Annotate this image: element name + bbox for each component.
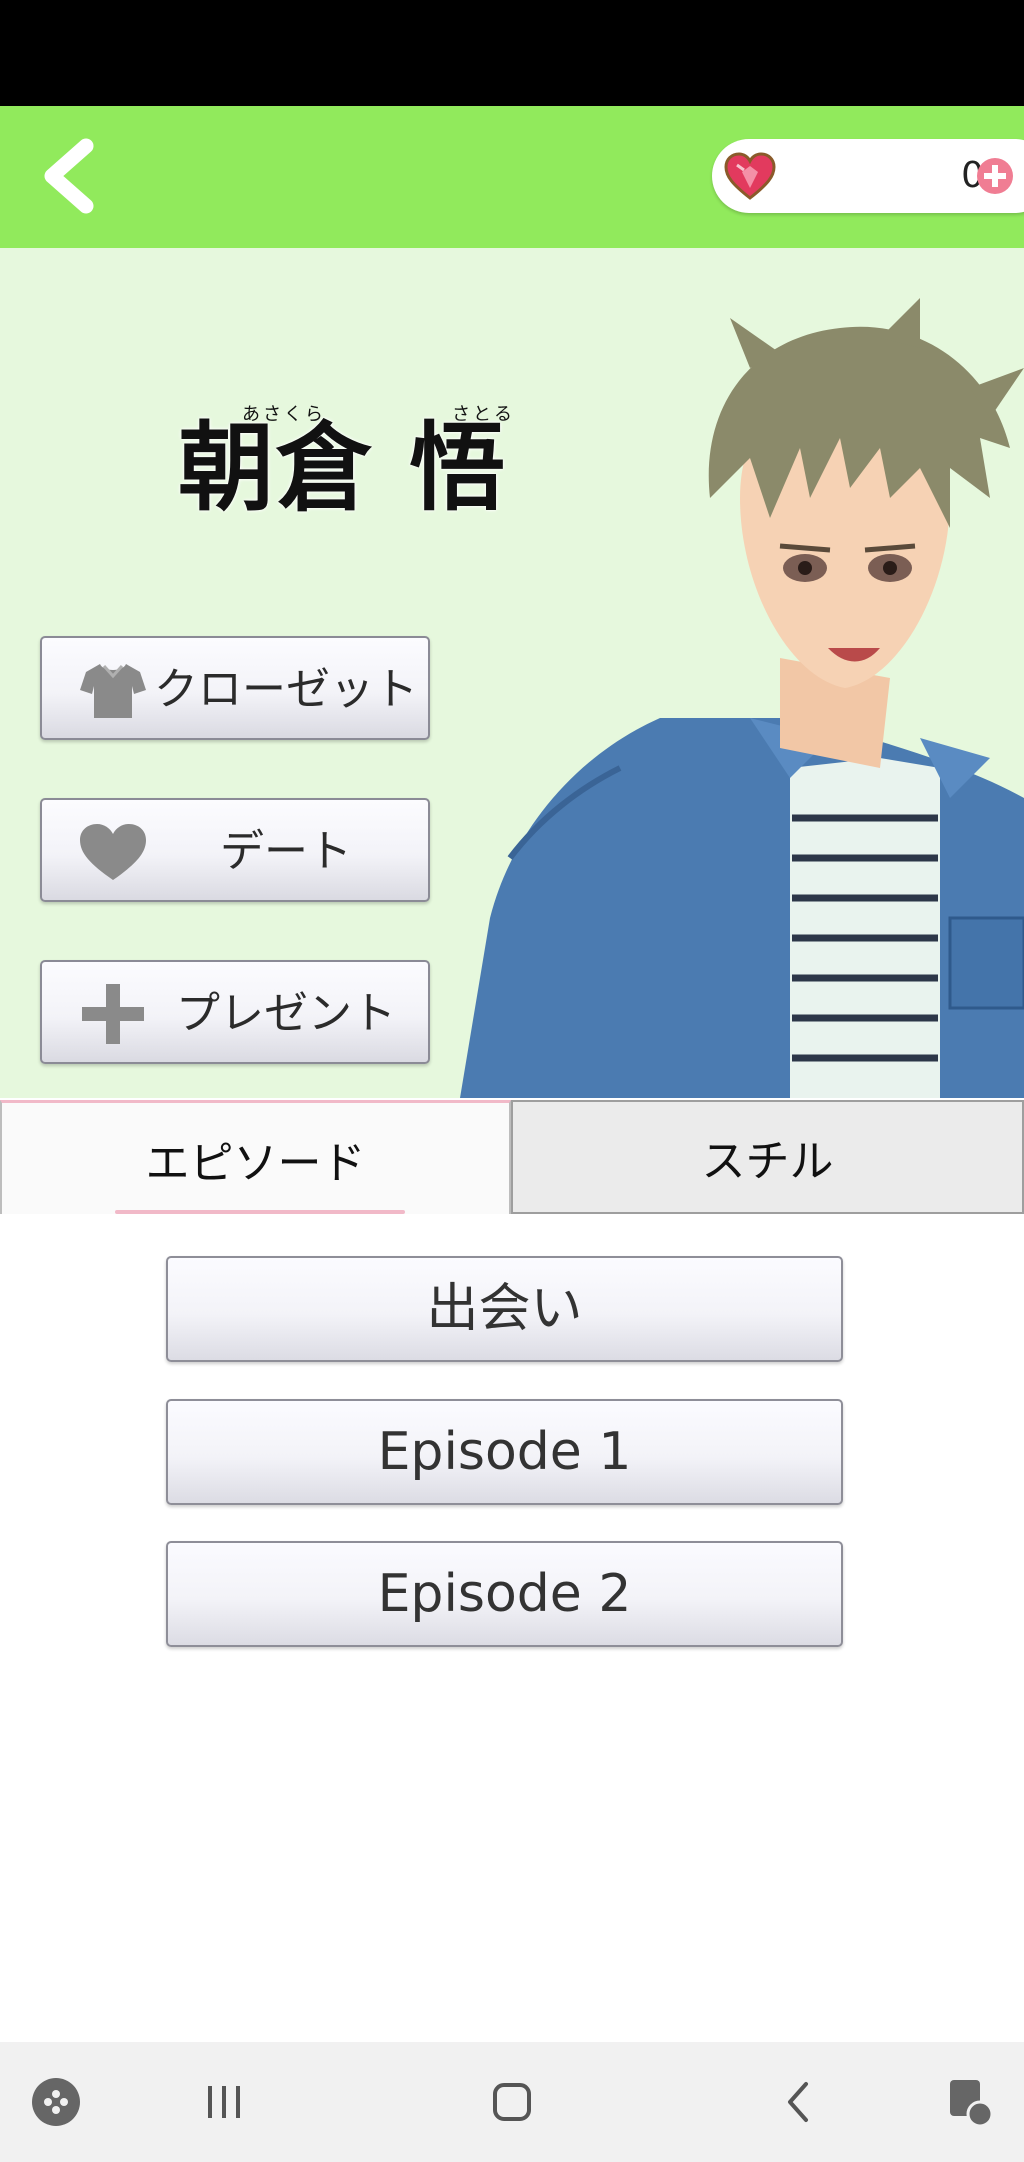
header-bar: 0 [0,106,1024,248]
present-label: プレゼント [176,988,396,1039]
back-icon[interactable] [770,2072,830,2132]
plus-icon [82,984,144,1044]
assistant-icon[interactable] [940,2072,1000,2132]
tab-stills[interactable]: スチル [511,1100,1024,1214]
back-chevron-icon [44,138,94,214]
add-gems-icon[interactable] [976,157,1014,195]
tab-episodes[interactable]: エピソード [0,1100,511,1214]
home-icon[interactable] [482,2072,542,2132]
episode-button[interactable]: 出会い [166,1256,843,1362]
character-portrait [460,298,1024,1098]
tab-stills-label: スチル [701,1136,834,1187]
date-button[interactable]: デート [40,798,430,902]
tab-episodes-label: エピソード [145,1137,366,1189]
heart-icon [80,824,146,880]
system-nav-bar [0,2042,1024,2162]
heart-gem-icon [724,152,776,200]
date-label: デート [220,826,352,877]
back-button[interactable] [28,136,118,216]
closet-button[interactable]: クローゼット [40,636,430,740]
episode-button[interactable]: Episode 1 [166,1399,843,1505]
present-button[interactable]: プレゼント [40,960,430,1064]
closet-label: クローゼット [154,664,418,715]
active-tab-indicator [115,1210,405,1214]
gem-counter: 0 [712,139,1024,213]
recent-apps-icon[interactable] [194,2072,254,2132]
character-profile: あさくら さとる 朝倉 悟 クローゼット デート プレゼント [0,248,1024,1098]
status-bar [0,0,1024,106]
game-tools-icon[interactable] [26,2072,86,2132]
episode-button[interactable]: Episode 2 [166,1541,843,1647]
shirt-icon [80,664,146,718]
